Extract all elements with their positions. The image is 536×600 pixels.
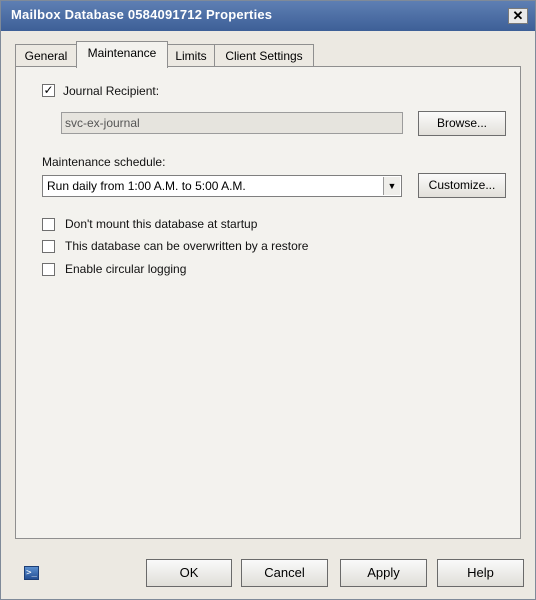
- help-button[interactable]: Help: [437, 559, 524, 587]
- tab-client-settings[interactable]: Client Settings: [214, 44, 314, 66]
- journal-recipient-label: Journal Recipient:: [63, 84, 160, 98]
- tab-maintenance[interactable]: Maintenance: [76, 41, 168, 68]
- maintenance-schedule-select[interactable]: Run daily from 1:00 A.M. to 5:00 A.M. ▼: [42, 175, 402, 197]
- dont-mount-checkbox[interactable]: [42, 218, 55, 231]
- circular-logging-label: Enable circular logging: [65, 262, 187, 276]
- circular-logging-checkbox[interactable]: [42, 263, 55, 276]
- overwrite-by-restore-label: This database can be overwritten by a re…: [65, 239, 309, 253]
- overwrite-by-restore-checkbox[interactable]: [42, 240, 55, 253]
- browse-button[interactable]: Browse...: [418, 111, 506, 136]
- chevron-down-icon[interactable]: ▼: [383, 177, 400, 195]
- close-icon[interactable]: ✕: [513, 8, 524, 23]
- dialog-footer: >_ OK Cancel Apply Help: [1, 549, 535, 599]
- maintenance-panel: ✓ Journal Recipient: svc-ex-journal Brow…: [15, 66, 521, 539]
- properties-dialog: Mailbox Database 0584091712 Properties ✕…: [0, 0, 536, 600]
- tab-limits[interactable]: Limits: [167, 44, 215, 66]
- journal-recipient-field[interactable]: svc-ex-journal: [61, 112, 403, 134]
- tab-general[interactable]: General: [15, 44, 77, 66]
- apply-button[interactable]: Apply: [340, 559, 427, 587]
- ok-button[interactable]: OK: [146, 559, 232, 587]
- dont-mount-label: Don't mount this database at startup: [65, 217, 258, 231]
- close-button[interactable]: ✕: [508, 8, 528, 24]
- journal-recipient-checkbox[interactable]: ✓: [42, 84, 55, 97]
- cancel-button[interactable]: Cancel: [241, 559, 328, 587]
- window-title: Mailbox Database 0584091712 Properties: [11, 7, 273, 22]
- customize-button[interactable]: Customize...: [418, 173, 506, 198]
- maintenance-schedule-label: Maintenance schedule:: [42, 155, 166, 169]
- powershell-icon[interactable]: >_: [24, 566, 39, 580]
- schedule-value: Run daily from 1:00 A.M. to 5:00 A.M.: [47, 179, 246, 193]
- title-bar[interactable]: Mailbox Database 0584091712 Properties ✕: [1, 1, 535, 31]
